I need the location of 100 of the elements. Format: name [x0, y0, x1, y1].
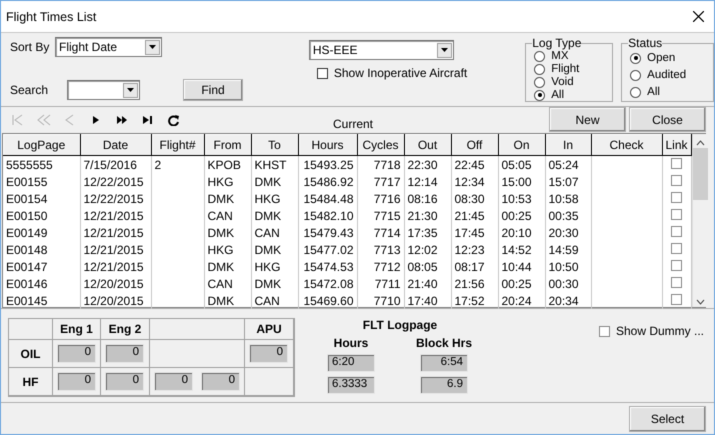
link-checkbox[interactable]: [671, 276, 682, 288]
table-cell: 15472.08: [303, 276, 354, 290]
radio-button[interactable]: [534, 76, 546, 88]
column-header[interactable]: Date: [80, 134, 151, 156]
table-cell: 12/20/2015: [84, 276, 144, 290]
link-checkbox[interactable]: [671, 226, 682, 236]
table-cell: E00149: [6, 226, 48, 240]
radio-button[interactable]: [630, 86, 642, 98]
table-cell: 12/21/2015: [84, 226, 144, 240]
column-header[interactable]: Cycles: [357, 134, 404, 156]
table-cell: CAN: [254, 226, 280, 240]
table-cell: 20:24: [502, 294, 532, 308]
radio-button[interactable]: [534, 50, 546, 62]
table-cell: 00:25: [502, 208, 532, 222]
table-cell: 17:40: [408, 294, 438, 308]
value-field: 0: [57, 344, 96, 363]
table-cell: DMK: [254, 208, 282, 222]
toolbar-button[interactable]: Close: [629, 107, 706, 132]
table-cell: 20:10: [502, 226, 532, 240]
column-header[interactable]: To: [251, 134, 298, 156]
link-checkbox[interactable]: [671, 260, 682, 270]
column-header[interactable]: LogPage: [3, 134, 80, 156]
radio-button[interactable]: [534, 90, 546, 100]
column-header[interactable]: Out: [404, 134, 451, 156]
table-cell: 12:14: [408, 174, 438, 188]
toolbar-button[interactable]: New: [549, 107, 626, 132]
column-header[interactable]: From: [204, 134, 251, 156]
column-header[interactable]: In: [545, 134, 591, 156]
value-field: 6:20: [327, 354, 375, 372]
checkbox[interactable]: [316, 68, 328, 78]
table-cell: 22:45: [454, 158, 485, 172]
table-cell: DMK: [208, 192, 234, 206]
table-cell: 12/22/2015: [84, 192, 144, 206]
scroll-up-icon[interactable]: [696, 140, 704, 146]
table-cell: 17:45: [454, 226, 485, 240]
radio-button[interactable]: [630, 70, 642, 80]
table-cell: E00150: [6, 208, 48, 222]
scroll-down-icon[interactable]: [696, 299, 704, 305]
table-cell: 17:52: [454, 294, 485, 308]
table-cell: 2: [154, 158, 162, 172]
table-cell: 7711: [374, 276, 400, 290]
scrollbar-thumb[interactable]: [692, 148, 708, 200]
table-cell: 08:17: [454, 260, 485, 274]
row-label: OIL: [20, 346, 40, 360]
value-field: 0: [105, 344, 144, 363]
value-field: 6.9: [420, 376, 468, 394]
table-cell: KHST: [254, 158, 287, 172]
table-cell: 15482.10: [303, 208, 354, 222]
fast-forward-icon[interactable]: [115, 114, 129, 126]
link-checkbox[interactable]: [671, 294, 682, 304]
table-cell: 7717: [374, 174, 400, 188]
column-header[interactable]: Link: [662, 134, 691, 156]
table-cell: 15:00: [502, 174, 532, 188]
radio-button[interactable]: [630, 52, 642, 64]
table-cell: 12/21/2015: [84, 208, 144, 222]
link-checkbox[interactable]: [671, 242, 682, 254]
table-cell: 15:07: [548, 174, 579, 188]
radio-button[interactable]: [534, 64, 546, 74]
column-header[interactable]: Off: [451, 134, 498, 156]
last-record-icon[interactable]: [141, 114, 155, 126]
table-cell: DMK: [208, 260, 234, 274]
value-field: 6.3333: [327, 376, 375, 394]
table-cell: 15469.60: [303, 294, 354, 308]
radio-label: Open: [647, 52, 676, 64]
value-field: 0: [201, 372, 240, 391]
refresh-icon[interactable]: [167, 114, 181, 126]
table-cell: 08:16: [408, 192, 438, 206]
sort-by-dropdown[interactable]: Flight Date: [55, 37, 162, 57]
link-checkbox[interactable]: [671, 174, 682, 186]
select-button[interactable]: Select: [629, 406, 706, 432]
table-cell: E00147: [6, 260, 48, 274]
table-cell: 21:56: [454, 276, 485, 290]
table-cell: 15493.25: [303, 158, 354, 172]
aircraft-dropdown[interactable]: HS-EEE: [308, 40, 454, 60]
table-cell: 12:02: [408, 242, 438, 256]
close-icon[interactable]: [693, 11, 704, 22]
link-checkbox[interactable]: [671, 192, 682, 202]
table-cell: 7716: [374, 192, 400, 206]
table-cell: 7710: [374, 294, 400, 308]
table-cell: 10:58: [548, 192, 579, 206]
table-cell: 15477.02: [303, 242, 354, 256]
column-header[interactable]: Hours: [298, 134, 357, 156]
table-cell: CAN: [208, 208, 233, 222]
table-cell: DMK: [208, 226, 234, 240]
link-checkbox[interactable]: [671, 208, 682, 220]
table-cell: 10:53: [502, 192, 532, 206]
column-header: Eng 1: [53, 319, 101, 340]
find-button[interactable]: Find: [183, 79, 243, 101]
group-title: Status: [628, 36, 662, 50]
table-cell: DMK: [208, 294, 234, 308]
link-checkbox[interactable]: [671, 158, 682, 168]
checkbox[interactable]: [598, 326, 610, 336]
column-header[interactable]: On: [498, 134, 545, 156]
table-cell: 12/22/2015: [84, 174, 144, 188]
column-header[interactable]: Flight#: [151, 134, 204, 156]
table-cell: 12/21/2015: [84, 260, 144, 274]
search-field[interactable]: [67, 80, 140, 100]
table-cell: E00155: [6, 174, 48, 188]
group-title: Log Type: [532, 36, 582, 50]
column-header[interactable]: Check: [591, 134, 662, 156]
